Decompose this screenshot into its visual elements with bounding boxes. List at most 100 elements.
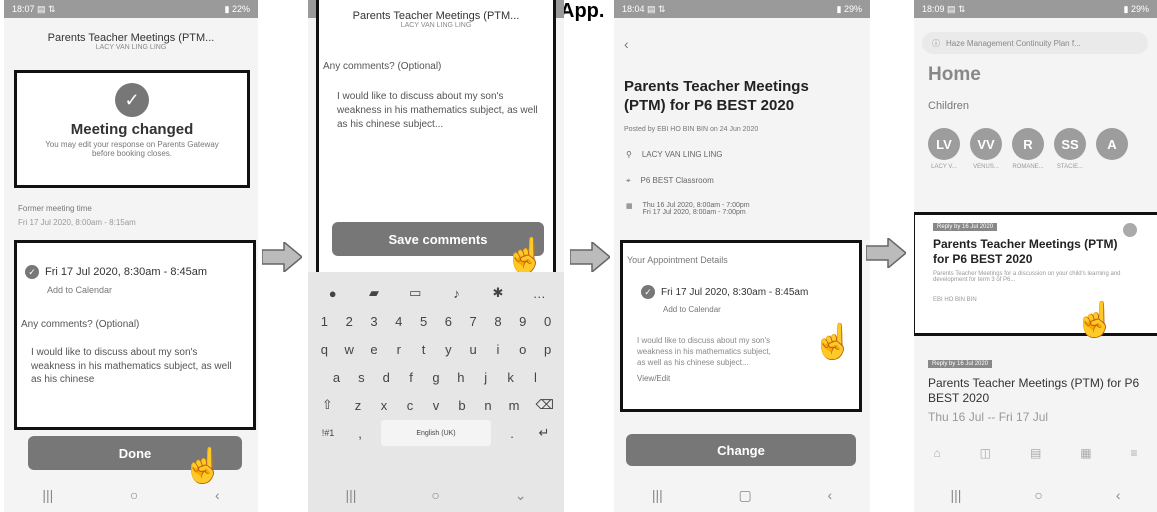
symbols-key[interactable]: !#1 <box>317 420 339 446</box>
avatar[interactable]: SS <box>1054 128 1086 160</box>
card-title: Parents Teacher Meetings (PTM) for P6 BE… <box>933 237 1118 266</box>
sticker-icon[interactable]: ▰ <box>363 280 385 306</box>
key-h[interactable]: h <box>450 364 472 390</box>
key-o[interactable]: o <box>512 336 534 362</box>
android-nav-bar: ||| ○ ‹ <box>4 478 258 512</box>
key-l[interactable]: l <box>524 364 546 390</box>
home-icon[interactable]: ▢ <box>739 487 752 504</box>
period-key[interactable]: . <box>501 420 523 446</box>
status-bar: 18:07 ▤ ⇅ ▮ 22% <box>4 0 258 18</box>
comment-input[interactable]: I would like to discuss about my son's w… <box>337 90 541 132</box>
avatar[interactable]: VV <box>970 128 1002 160</box>
tap-hand-icon: ☝ <box>1074 301 1117 339</box>
change-button[interactable]: Change <box>626 434 856 466</box>
key-u[interactable]: u <box>462 336 484 362</box>
keyboard-hide-icon[interactable]: ⌄ <box>515 487 527 504</box>
key-n[interactable]: n <box>477 392 499 418</box>
home-icon[interactable]: ○ <box>1034 487 1042 503</box>
key-1[interactable]: 1 <box>313 308 335 334</box>
key-3[interactable]: 3 <box>363 308 385 334</box>
avatar[interactable]: R <box>1012 128 1044 160</box>
emoji-icon[interactable]: ● <box>322 280 344 306</box>
home-icon[interactable]: ○ <box>431 487 439 503</box>
space-key[interactable]: English (UK) <box>381 420 491 446</box>
avatar[interactable]: A <box>1096 128 1128 160</box>
key-4[interactable]: 4 <box>388 308 410 334</box>
key-z[interactable]: z <box>347 392 369 418</box>
arrow-right-icon <box>570 242 610 272</box>
key-b[interactable]: b <box>451 392 473 418</box>
appointment-label: Your Appointment Details <box>627 255 728 265</box>
phone-screen-1: 18:07 ▤ ⇅ ▮ 22% Parents Teacher Meetings … <box>4 0 258 512</box>
comment-text[interactable]: I would like to discuss about my son's w… <box>31 346 241 387</box>
person-icon: ⚲ <box>626 150 632 159</box>
key-5[interactable]: 5 <box>413 308 435 334</box>
more-icon[interactable]: … <box>528 280 550 306</box>
enter-key-icon[interactable]: ↵ <box>533 420 555 446</box>
home-icon[interactable]: ○ <box>130 487 138 503</box>
key-i[interactable]: i <box>487 336 509 362</box>
key-m[interactable]: m <box>503 392 525 418</box>
view-edit-link[interactable]: View/Edit <box>637 374 859 383</box>
recent-apps-icon[interactable]: ||| <box>345 487 356 503</box>
backspace-key-icon[interactable]: ⌫ <box>534 392 556 418</box>
back-icon[interactable]: ‹ <box>1116 487 1121 503</box>
announcement-banner[interactable]: ⓘ Haze Management Continuity Plan f... <box>922 32 1148 54</box>
key-c[interactable]: c <box>399 392 421 418</box>
add-to-calendar-link[interactable]: Add to Calendar <box>663 305 859 314</box>
changed-title: Meeting changed <box>70 121 194 138</box>
former-time-label: Former meeting time <box>18 204 92 213</box>
key-p[interactable]: p <box>537 336 559 362</box>
appointment-box: ✓ Fri 17 Jul 2020, 8:30am - 8:45am Add t… <box>14 240 256 430</box>
gif-icon[interactable]: ▭ <box>404 280 426 306</box>
key-x[interactable]: x <box>373 392 395 418</box>
key-7[interactable]: 7 <box>462 308 484 334</box>
home-tab-icon[interactable]: ⌂ <box>933 446 940 460</box>
android-nav-bar: ||| ○ ‹ <box>914 478 1157 512</box>
key-a[interactable]: a <box>325 364 347 390</box>
key-j[interactable]: j <box>475 364 497 390</box>
tab-icon[interactable]: ▤ <box>1030 446 1041 460</box>
avatar[interactable]: LV <box>928 128 960 160</box>
shift-key-icon[interactable]: ⇧ <box>316 392 338 418</box>
back-icon[interactable]: ‹ <box>827 487 832 503</box>
key-t[interactable]: t <box>413 336 435 362</box>
tab-icon[interactable]: ≡ <box>1131 446 1138 460</box>
key-q[interactable]: q <box>313 336 335 362</box>
phone-screen-3: 18:04 ▤ ⇅ ▮ 29% ‹ Parents Teacher Meeting… <box>614 0 870 512</box>
key-6[interactable]: 6 <box>437 308 459 334</box>
comments-label: Any comments? (Optional) <box>323 61 442 72</box>
ptm-card[interactable]: Reply by 16 Jul 2020 Parents Teacher Mee… <box>928 352 1148 424</box>
arrow-right-icon <box>866 238 906 268</box>
key-9[interactable]: 9 <box>512 308 534 334</box>
tab-icon[interactable]: ▦ <box>1080 446 1091 460</box>
recent-apps-icon[interactable]: ||| <box>42 487 53 503</box>
recent-apps-icon[interactable]: ||| <box>652 487 663 503</box>
key-k[interactable]: k <box>500 364 522 390</box>
settings-icon[interactable]: ✱ <box>487 280 509 306</box>
key-v[interactable]: v <box>425 392 447 418</box>
mic-icon[interactable]: ♪ <box>446 280 468 306</box>
comma-key[interactable]: , <box>349 420 371 446</box>
reply-tag: Reply by 16 Jul 2020 <box>933 223 998 231</box>
recent-apps-icon[interactable]: ||| <box>950 487 961 503</box>
key-0[interactable]: 0 <box>537 308 559 334</box>
key-2[interactable]: 2 <box>338 308 360 334</box>
key-g[interactable]: g <box>425 364 447 390</box>
key-y[interactable]: y <box>437 336 459 362</box>
key-w[interactable]: w <box>338 336 360 362</box>
slot-time: Fri 17 Jul 2020, 8:30am - 8:45am <box>661 286 809 298</box>
key-r[interactable]: r <box>388 336 410 362</box>
ptm-card-highlighted[interactable]: Reply by 16 Jul 2020 Parents Teacher Mee… <box>914 212 1157 336</box>
tab-icon[interactable]: ◫ <box>980 446 991 460</box>
key-e[interactable]: e <box>363 336 385 362</box>
key-s[interactable]: s <box>350 364 372 390</box>
check-icon: ✓ <box>641 285 655 299</box>
back-icon[interactable]: ‹ <box>215 487 220 503</box>
key-f[interactable]: f <box>400 364 422 390</box>
key-d[interactable]: d <box>375 364 397 390</box>
back-arrow-icon[interactable]: ‹ <box>624 36 629 52</box>
former-time-value: Fri 17 Jul 2020, 8:00am - 8:15am <box>18 218 136 227</box>
add-to-calendar-link[interactable]: Add to Calendar <box>47 285 253 295</box>
key-8[interactable]: 8 <box>487 308 509 334</box>
